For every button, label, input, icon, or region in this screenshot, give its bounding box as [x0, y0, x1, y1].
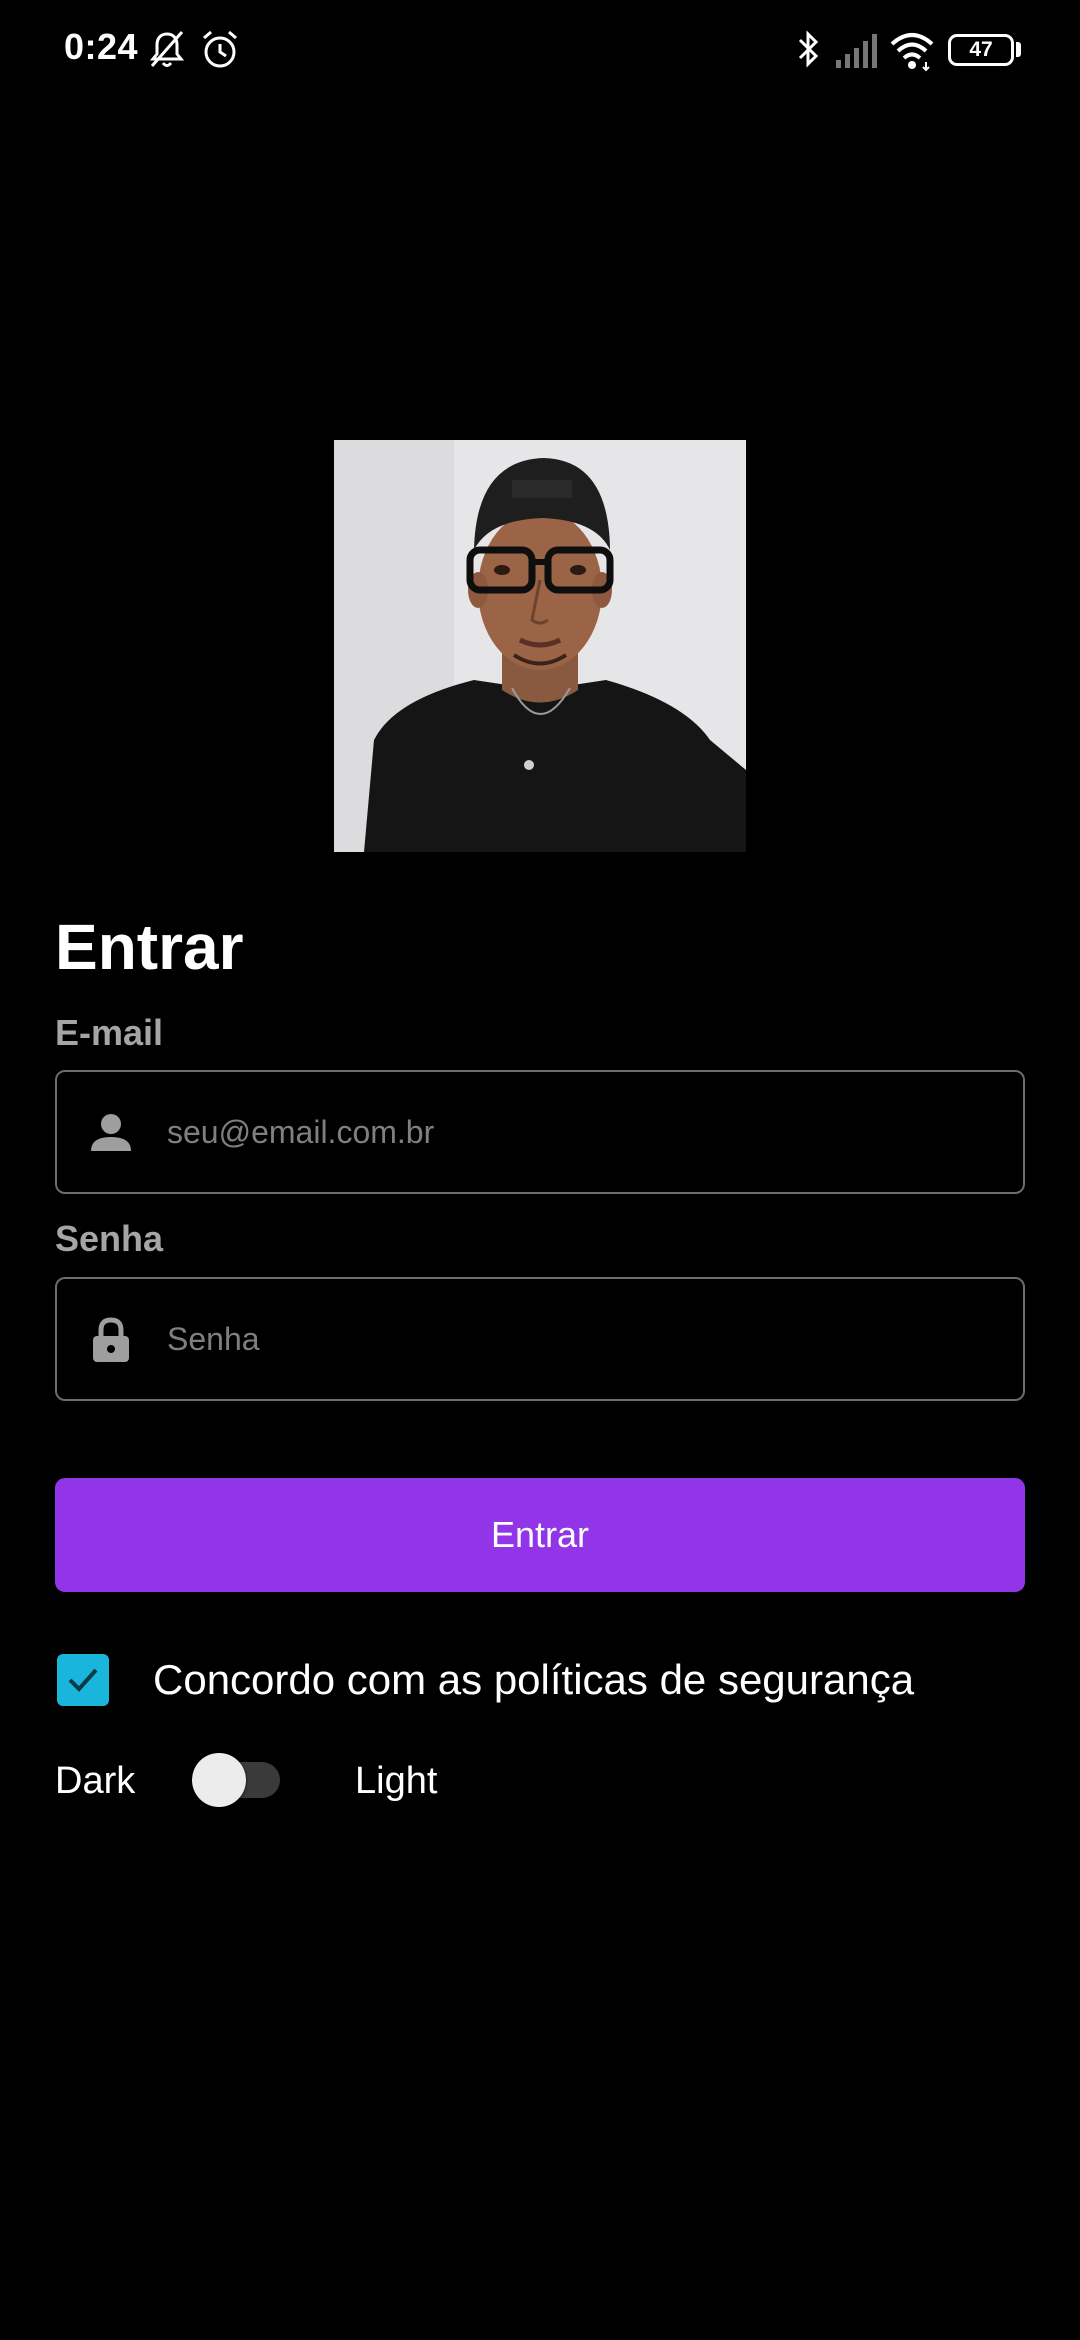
person-icon: [91, 1114, 131, 1151]
mute-icon: [149, 31, 185, 67]
signal-icon: [836, 34, 877, 68]
profile-photo: [334, 440, 746, 852]
check-icon: [68, 1668, 98, 1692]
login-screen: 0:24 47 Entrar E-mail seu@email.com.br S…: [0, 0, 1080, 2340]
email-field-container[interactable]: [55, 1070, 1025, 1194]
status-time: 0:24: [64, 26, 139, 67]
bluetooth-icon: [798, 30, 819, 68]
agree-label[interactable]: Concordo com as políticas de segurança: [153, 1656, 914, 1704]
lock-icon: [93, 1317, 129, 1362]
status-bar: 0:24 47: [0, 0, 1080, 100]
password-input[interactable]: [167, 1279, 1007, 1399]
password-field-container[interactable]: [55, 1277, 1025, 1401]
email-input[interactable]: [167, 1072, 1007, 1192]
battery-terminal: [1016, 42, 1021, 57]
battery-level: 47: [969, 38, 993, 61]
alarm-icon: [203, 30, 237, 68]
theme-dark-label: Dark: [55, 1760, 136, 1802]
login-button[interactable]: Entrar: [55, 1478, 1025, 1592]
agree-checkbox[interactable]: [57, 1654, 109, 1706]
theme-light-label: Light: [355, 1760, 438, 1802]
battery-icon: 47: [948, 34, 1014, 66]
email-label: E-mail: [55, 1012, 164, 1053]
theme-switch-thumb[interactable]: [192, 1753, 246, 1807]
page-title: Entrar: [55, 911, 244, 983]
password-label: Senha: [55, 1218, 164, 1259]
wifi-icon: [890, 33, 934, 72]
